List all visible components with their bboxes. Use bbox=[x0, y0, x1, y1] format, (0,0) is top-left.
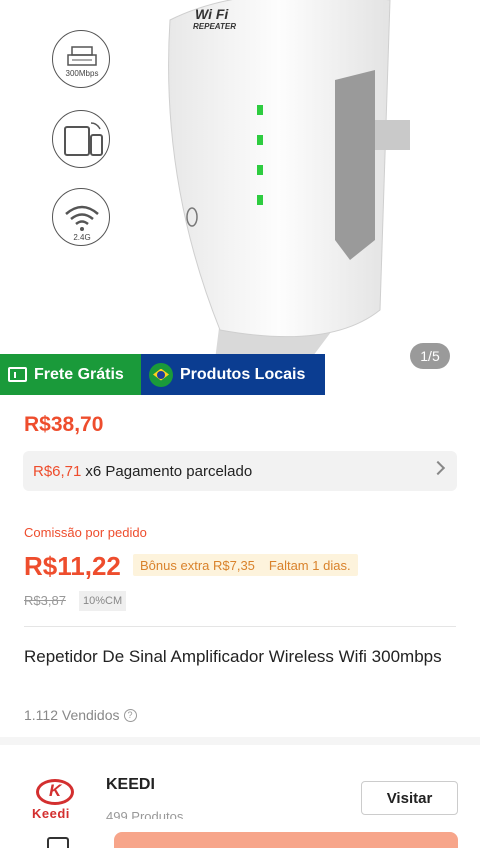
product-image-gallery[interactable]: 300Mbps 2.4G Wi Fi REPEATER 1/5 bbox=[0, 0, 480, 395]
store-icon[interactable] bbox=[47, 837, 69, 848]
wifi-icon: 2.4G bbox=[52, 188, 110, 246]
local-products-badge: Produtos Locais bbox=[141, 354, 325, 395]
wifi-repeater-image bbox=[168, 0, 410, 360]
store-logo-text: Keedi bbox=[32, 806, 70, 821]
brazil-flag-icon bbox=[149, 362, 173, 387]
sold-count-text: 1.112 Vendidos bbox=[24, 707, 120, 723]
device-brand: Wi Fi bbox=[195, 6, 229, 22]
commission-label: Comissão por pedido bbox=[24, 525, 147, 540]
free-shipping-label: Frete Grátis bbox=[34, 365, 124, 383]
old-commission: R$3,87 bbox=[24, 593, 66, 608]
installment-amount: R$6,71 bbox=[33, 462, 82, 480]
shipping-badges: Frete Grátis Produtos Locais bbox=[0, 354, 325, 395]
product-info-card: R$38,70 R$6,71 x6 Pagamento parcelado Co… bbox=[0, 395, 480, 737]
divider bbox=[24, 626, 456, 627]
bonus-badge: Bônus extra R$7,35 Faltam 1 dias. bbox=[133, 554, 358, 576]
visit-store-button[interactable]: Visitar bbox=[361, 781, 458, 815]
sold-count: 1.112 Vendidos ? bbox=[24, 707, 137, 723]
store-name[interactable]: KEEDI bbox=[106, 776, 155, 794]
store-product-count: 499 Produtos bbox=[106, 809, 184, 819]
product-price: R$38,70 bbox=[24, 413, 104, 436]
free-shipping-badge: Frete Grátis bbox=[0, 354, 141, 395]
truck-icon bbox=[8, 367, 27, 382]
product-title: Repetidor De Sinal Amplificador Wireless… bbox=[24, 647, 442, 666]
spec-caption: 300Mbps bbox=[65, 69, 99, 78]
installment-row[interactable]: R$6,71 x6 Pagamento parcelado bbox=[23, 451, 457, 491]
image-counter: 1/5 bbox=[410, 343, 450, 369]
bonus-remaining: Faltam 1 dias. bbox=[268, 557, 351, 573]
device-model: REPEATER bbox=[193, 22, 236, 31]
help-icon[interactable]: ? bbox=[123, 708, 137, 722]
commission-value: R$11,22 bbox=[24, 551, 121, 581]
commission-rate-tag: 10%CM bbox=[79, 591, 127, 611]
installment-text: x6 Pagamento parcelado bbox=[85, 462, 253, 480]
router-icon: 300Mbps bbox=[52, 30, 110, 88]
store-logo-mark: K bbox=[49, 781, 62, 800]
devices-icon bbox=[52, 110, 110, 168]
chevron-right-icon bbox=[430, 460, 446, 476]
spec-caption: 2.4G bbox=[73, 233, 91, 242]
bonus-text: Bônus extra R$7,35 bbox=[140, 557, 255, 573]
local-products-label: Produtos Locais bbox=[180, 365, 306, 383]
primary-action-button[interactable] bbox=[114, 832, 458, 848]
store-logo[interactable]: K Keedi bbox=[32, 779, 78, 823]
